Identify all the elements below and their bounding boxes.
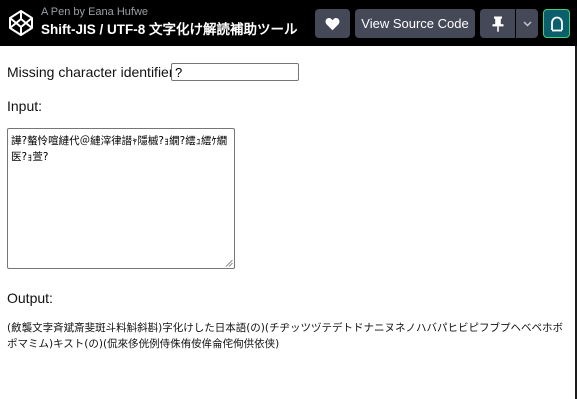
pen-title: Shift-JIS / UTF-8 文字化け解読補助ツール xyxy=(41,22,298,37)
chevron-down-icon xyxy=(523,21,531,26)
missing-char-input[interactable] xyxy=(171,63,299,81)
missing-char-label: Missing character identifier: xyxy=(7,64,178,80)
input-label: Input: xyxy=(7,98,43,114)
user-menu-button[interactable] xyxy=(543,9,570,38)
heart-icon xyxy=(325,17,340,30)
pin-button[interactable] xyxy=(480,9,515,38)
codepen-header: A Pen by Eana Hufwe Shift-JIS / UTF-8 文字… xyxy=(0,0,577,46)
codepen-logo-icon[interactable] xyxy=(8,9,34,37)
output-text: (斂襲文孛斉斌斎斐斑斗料斛斜斟)字化けした日本語(の)(チヂッツヅテデトドナニヌ… xyxy=(7,322,563,350)
view-source-button[interactable]: View Source Code xyxy=(355,9,475,38)
view-source-label: View Source Code xyxy=(361,16,469,31)
input-text: 譁?螯怜喧縺代＠縺滓律譛ｬ隱槭?ｮ繝?繧ｭ繧ｹ繝医?ｮ萱? xyxy=(11,135,228,163)
pen-result-frame: Missing character identifier: Input: 譁?螯… xyxy=(0,46,577,399)
output-label: Output: xyxy=(7,290,53,306)
pen-meta: A Pen by Eana Hufwe Shift-JIS / UTF-8 文字… xyxy=(41,5,298,39)
pin-menu-button[interactable] xyxy=(516,9,538,38)
user-icon xyxy=(550,16,563,31)
like-button[interactable] xyxy=(315,9,350,38)
pin-icon xyxy=(492,16,503,32)
input-textarea[interactable]: 譁?螯怜喧縺代＠縺滓律譛ｬ隱槭?ｮ繝?繧ｭ繧ｹ繝医?ｮ萱? xyxy=(7,128,235,269)
pen-author[interactable]: A Pen by Eana Hufwe xyxy=(41,5,298,19)
resize-grip-icon[interactable] xyxy=(225,259,233,267)
